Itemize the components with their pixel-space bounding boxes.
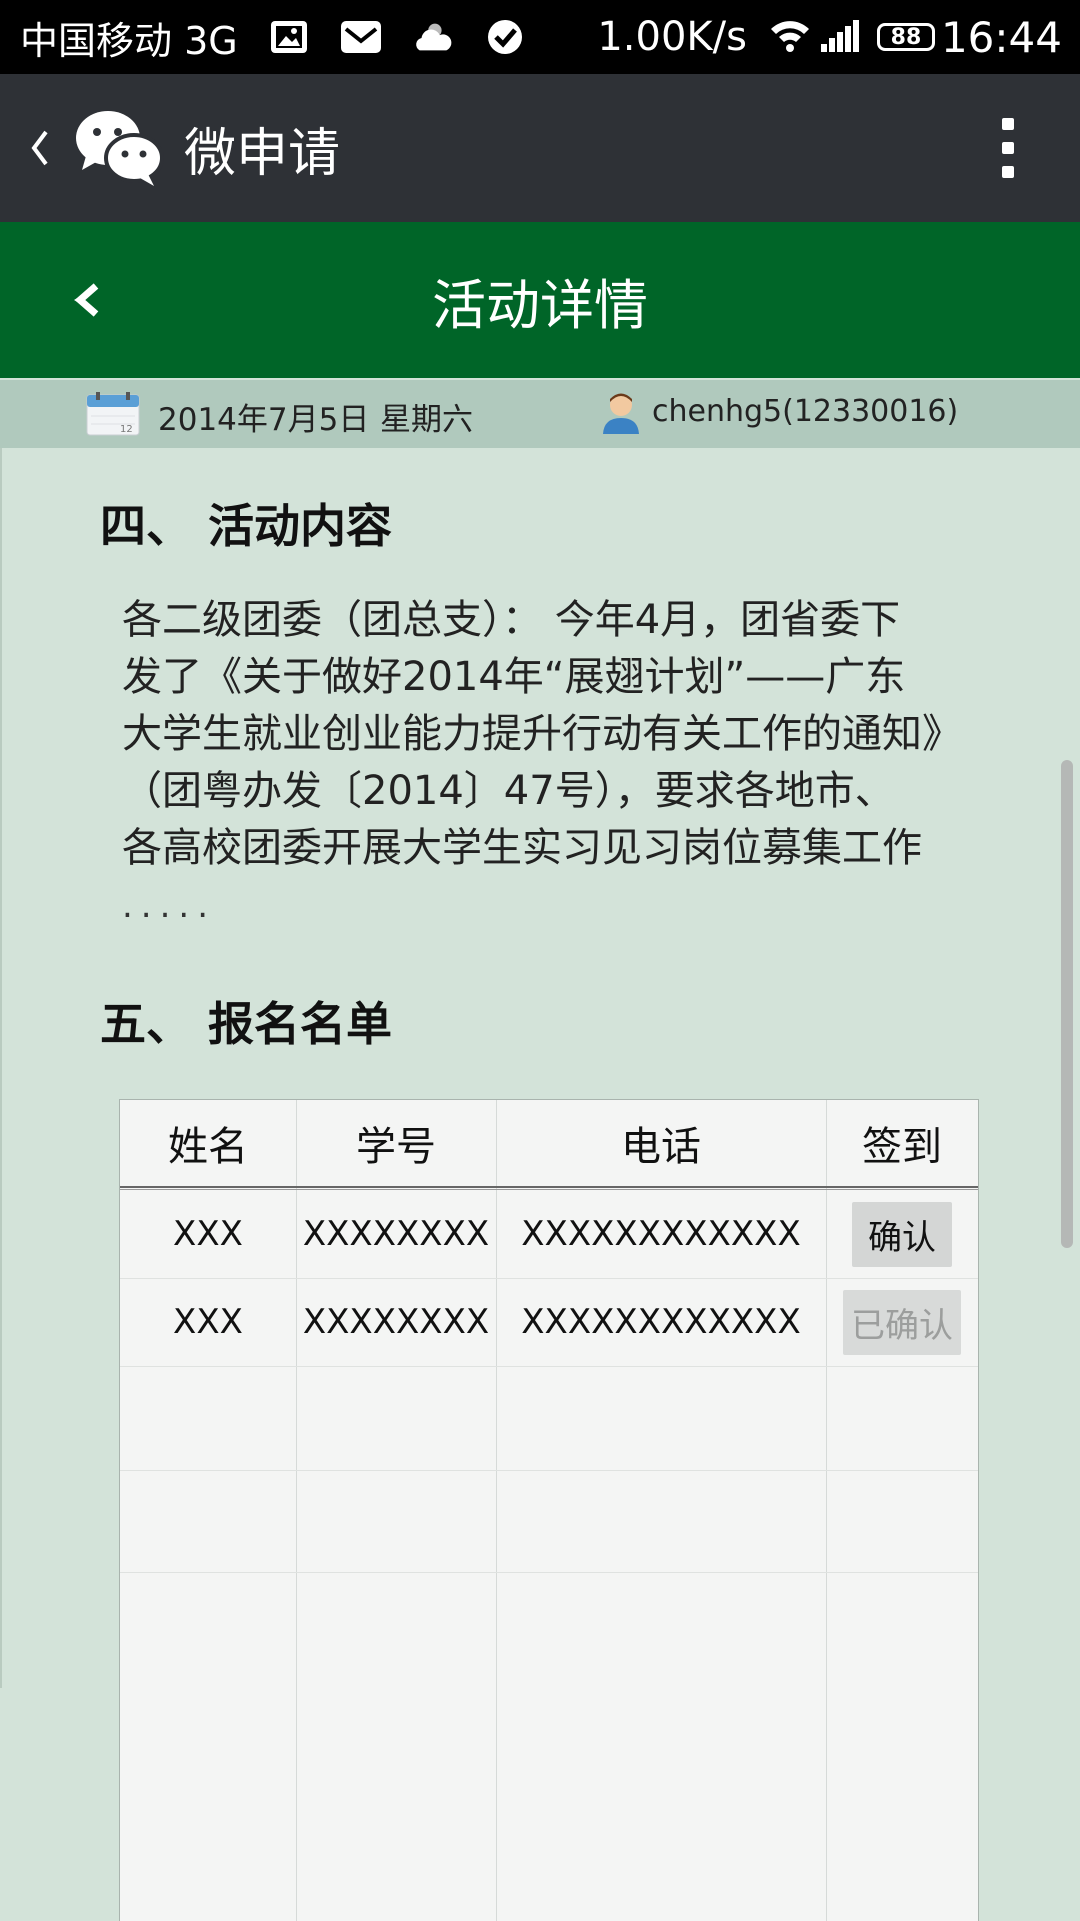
calendar-icon: 12 (86, 392, 140, 436)
mail-icon (340, 18, 382, 56)
section-title-signup: 五、 报名名单 (100, 997, 393, 1051)
signal-icon (819, 18, 863, 56)
user-icon (600, 390, 642, 436)
confirm-button[interactable]: 确认 (852, 1201, 952, 1267)
image-icon (268, 18, 310, 56)
content-line: 发了《关于做好2014年“展翅计划”——广东 (122, 654, 906, 700)
status-bar: 中国移动 3G 1.00K/s 88 16:44 (0, 0, 1080, 74)
vertical-scrollbar[interactable] (1061, 760, 1073, 1248)
clock: 16:44 (940, 12, 1062, 62)
wechat-title-bar: 微申请 (0, 74, 1080, 222)
info-strip: 12 2014年7月5日 星期六 chenhg5(12330016) (0, 380, 1080, 448)
carrier-label: 中国移动 3G (20, 18, 238, 63)
network-speed: 1.00K/s (597, 14, 747, 60)
signup-table: 姓名 学号 电话 签到 XXX XXXXXXXX XXXXXXXXXXXX 确认… (119, 1099, 979, 1921)
arrow-left-icon[interactable] (66, 278, 102, 322)
applicant-user: chenhg5(12330016) (652, 394, 959, 429)
table-row: XXX XXXXXXXX XXXXXXXXXXXX 确认 (120, 1190, 978, 1278)
cell-name: XXX (173, 1302, 243, 1342)
back-chevron-icon[interactable] (30, 118, 62, 178)
table-header: 姓名 学号 电话 签到 (120, 1100, 978, 1186)
page-header: 活动详情 (0, 222, 1080, 378)
confirmed-button: 已确认 (843, 1289, 961, 1355)
check-icon (484, 18, 526, 56)
content-line: （团粤办发〔2014〕47号），要求各地市、 (122, 768, 895, 814)
page-title: 活动详情 (432, 273, 648, 337)
app-title: 微申请 (184, 123, 341, 184)
content-line: 各高校团委开展大学生实习见习岗位募集工作 (122, 825, 922, 871)
cell-phone: XXXXXXXXXXXX (521, 1214, 801, 1254)
weather-icon (412, 18, 454, 56)
header-student-id: 学号 (356, 1124, 436, 1170)
wifi-icon (769, 17, 811, 57)
activity-date: 2014年7月5日 (158, 402, 370, 438)
activity-content: 各二级团委（团总支）： 今年4月，团省委下 发了《关于做好2014年“展翅计划”… (122, 592, 1012, 877)
cell-student-id: XXXXXXXX (302, 1302, 490, 1342)
header-phone: 电话 (621, 1124, 701, 1170)
activity-weekday: 星期六 (380, 402, 473, 438)
cell-name: XXX (173, 1214, 243, 1254)
more-icon[interactable] (1002, 118, 1014, 178)
content-line: 大学生就业创业能力提升行动有关工作的通知》 (122, 711, 962, 757)
battery-icon: 88 (876, 23, 935, 51)
page-edge (0, 448, 2, 1688)
content-line: 各二级团委（团总支）： 今年4月，团省委下 (122, 597, 901, 643)
cell-student-id: XXXXXXXX (302, 1214, 490, 1254)
section-title-content: 四、 活动内容 (100, 499, 393, 553)
header-name: 姓名 (168, 1124, 248, 1170)
header-checkin: 签到 (862, 1124, 942, 1170)
wechat-logo-icon (74, 108, 164, 188)
svg-text:12: 12 (120, 424, 133, 435)
cell-phone: XXXXXXXXXXXX (521, 1302, 801, 1342)
content-ellipsis: ..... (122, 886, 217, 926)
table-row: XXX XXXXXXXX XXXXXXXXXXXX 已确认 (120, 1278, 978, 1366)
